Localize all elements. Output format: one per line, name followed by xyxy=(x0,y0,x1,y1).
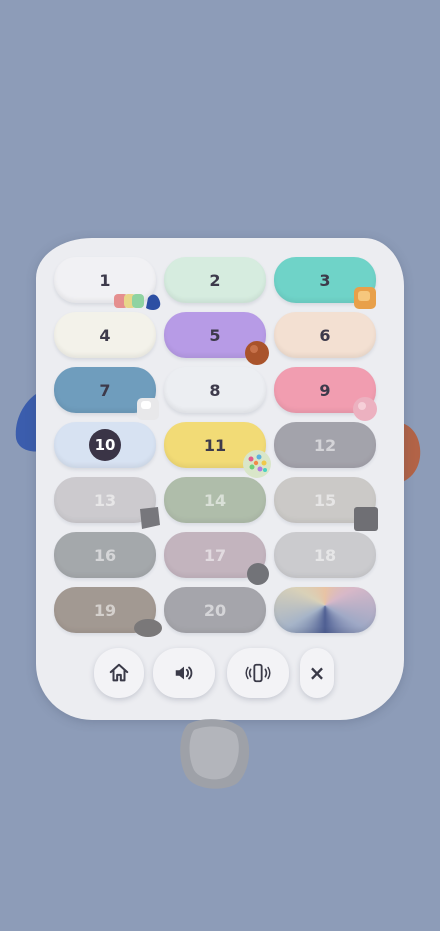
level-number: 7 xyxy=(99,380,111,400)
level-button-2[interactable]: 2 xyxy=(164,257,266,303)
level-button-20[interactable]: 20 xyxy=(164,587,266,633)
level-button-10[interactable]: 10 xyxy=(54,422,156,468)
level-number: 12 xyxy=(313,435,337,455)
level-number: 8 xyxy=(209,380,221,400)
copper-stone-icon xyxy=(244,340,270,370)
level-number: 6 xyxy=(319,325,331,345)
pink-stone-icon xyxy=(352,396,378,426)
level-number: 19 xyxy=(93,600,117,620)
level-number: 14 xyxy=(203,490,227,510)
level-button-special[interactable] xyxy=(274,587,376,633)
level-number: 15 xyxy=(313,490,337,510)
level-button-6[interactable]: 6 xyxy=(274,312,376,358)
vibration-icon xyxy=(245,663,271,683)
level-number: 4 xyxy=(99,325,111,345)
close-icon: × xyxy=(308,661,326,685)
level-number: 2 xyxy=(209,270,221,290)
level-number: 5 xyxy=(209,325,221,345)
control-bar: × xyxy=(92,648,342,700)
grey-rock-bottom xyxy=(180,719,250,789)
level-number: 17 xyxy=(203,545,227,565)
level-number: 18 xyxy=(313,545,337,565)
level-button-16[interactable]: 16 xyxy=(54,532,156,578)
level-number: 13 xyxy=(93,490,117,510)
confetti-ball-icon xyxy=(242,449,272,483)
dark-pebble-icon xyxy=(246,562,270,590)
level-number: 16 xyxy=(93,545,117,565)
amber-crystal-icon xyxy=(352,285,378,315)
grey-pebble-icon xyxy=(136,505,162,535)
level-button-4[interactable]: 4 xyxy=(54,312,156,358)
home-button[interactable] xyxy=(94,648,144,698)
level-number: 1 xyxy=(99,270,111,290)
flat-pebble-icon xyxy=(133,618,163,642)
white-quartz-icon xyxy=(135,396,161,426)
level-button-18[interactable]: 18 xyxy=(274,532,376,578)
level-button-14[interactable]: 14 xyxy=(164,477,266,523)
level-number: 3 xyxy=(319,270,331,290)
grey-square-icon xyxy=(353,506,379,536)
home-icon xyxy=(109,663,129,682)
level-button-12[interactable]: 12 xyxy=(274,422,376,468)
sound-button[interactable] xyxy=(153,648,215,698)
level-number: 9 xyxy=(319,380,331,400)
level-number: 11 xyxy=(203,435,227,455)
level-button-8[interactable]: 8 xyxy=(164,367,266,413)
gem-cluster-icon xyxy=(112,290,162,318)
level-number: 20 xyxy=(203,600,227,620)
speaker-icon xyxy=(175,666,193,680)
current-level-badge: 10 xyxy=(89,429,121,461)
vibration-button[interactable] xyxy=(227,648,289,698)
close-button[interactable]: × xyxy=(300,648,334,698)
level-grid: 1 2 3 4 5 6 7 8 9 10 11 12 13 14 15 16 17 18 19 20 xyxy=(54,257,376,637)
